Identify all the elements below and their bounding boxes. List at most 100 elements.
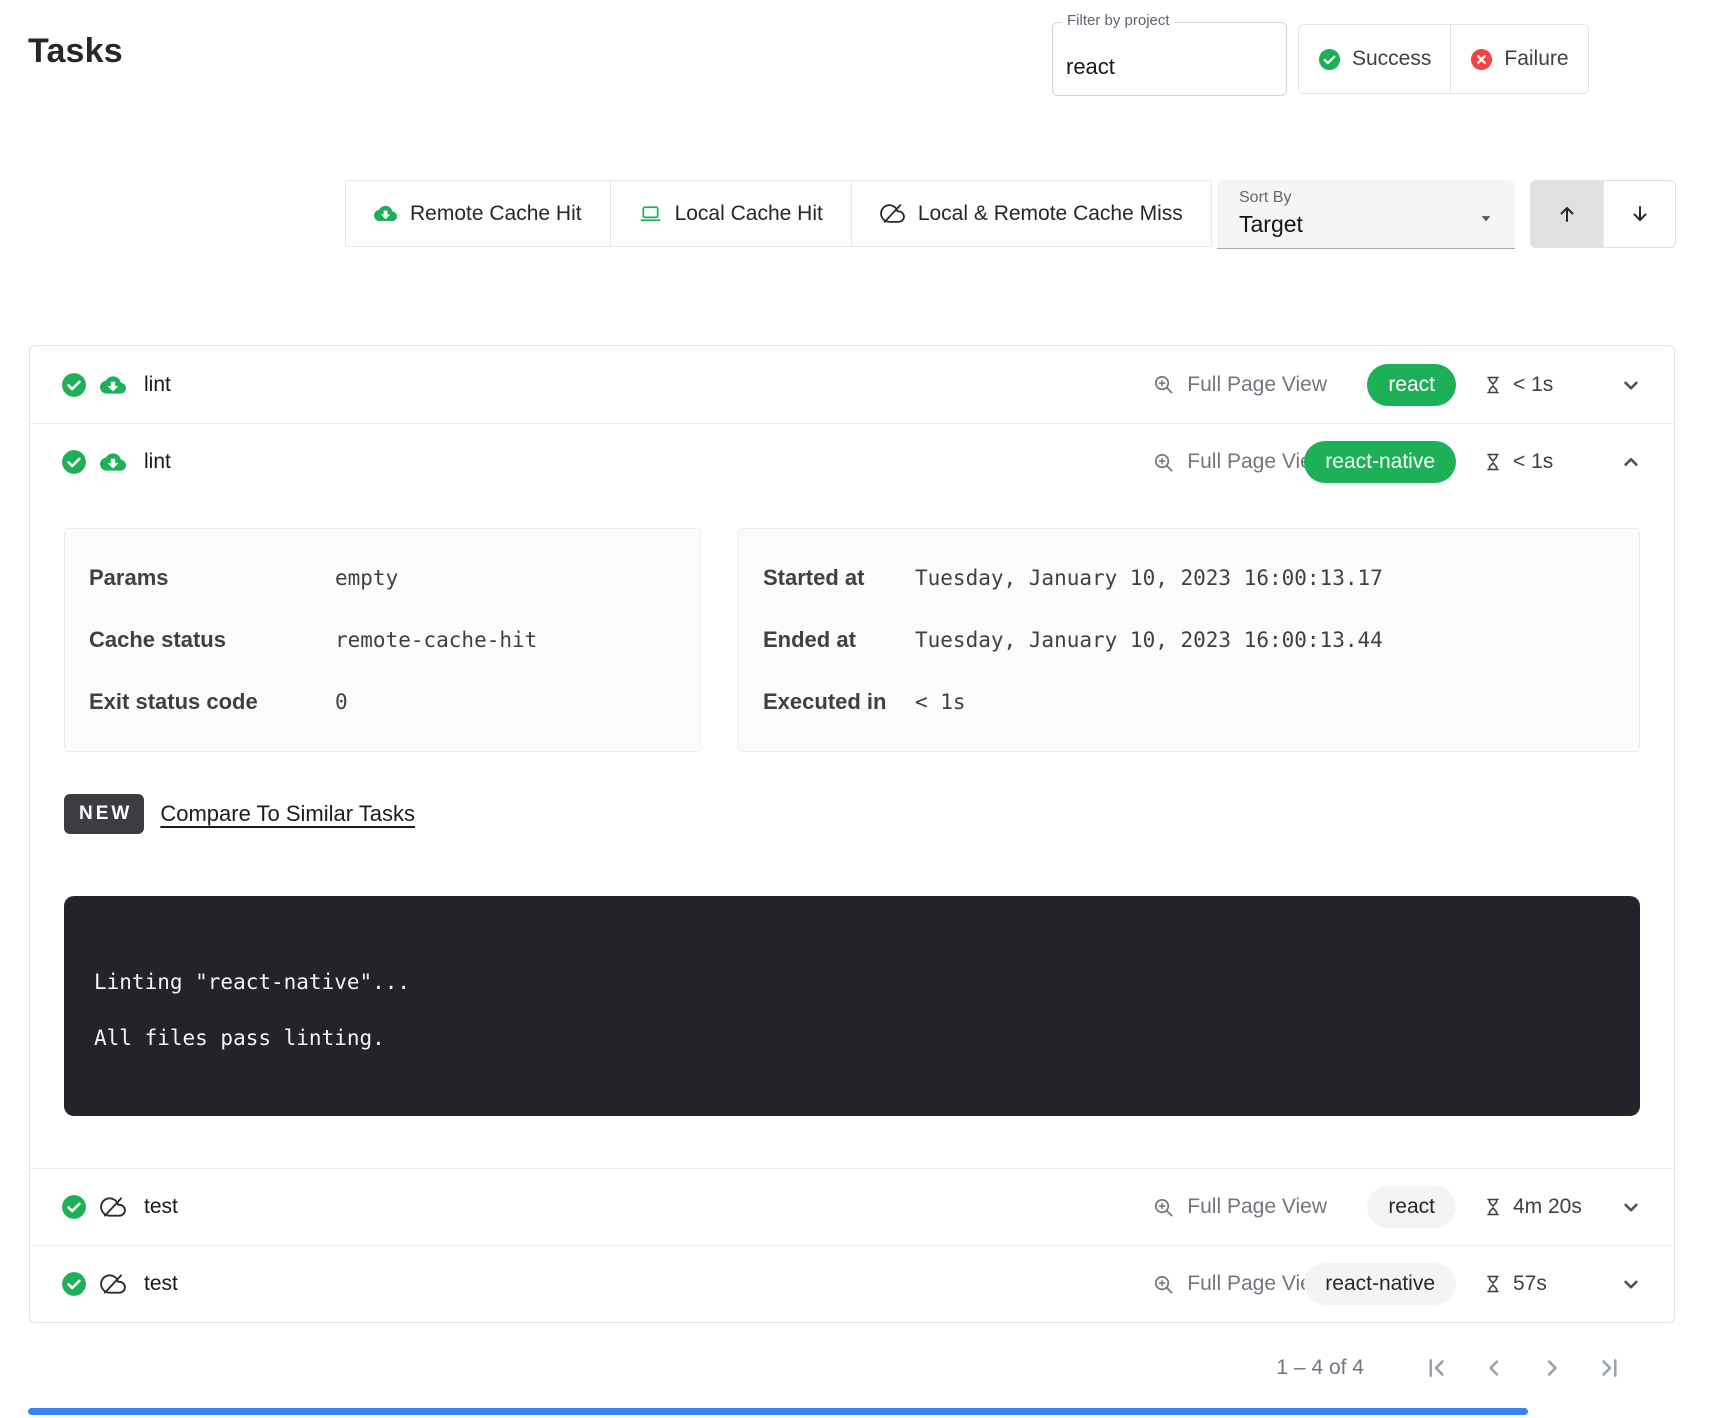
success-filter-button[interactable]: Success	[1299, 25, 1450, 93]
chevron-left-icon	[1480, 1354, 1508, 1382]
local-cache-hit-filter-button[interactable]: Local Cache Hit	[610, 181, 851, 246]
new-badge: NEW	[64, 794, 144, 834]
exit-code-label: Exit status code	[89, 689, 335, 715]
project-filter-input[interactable]	[1053, 23, 1286, 95]
task-detail-section: Params empty Cache status remote-cache-h…	[30, 500, 1674, 1168]
cache-status-value: remote-cache-hit	[335, 628, 676, 652]
collapse-row-button[interactable]	[1614, 445, 1648, 479]
started-at-label: Started at	[763, 565, 915, 591]
task-name: lint	[144, 450, 171, 474]
task-row-lint-react[interactable]: lint Full Page View react < 1s	[30, 346, 1674, 423]
remote-cache-hit-filter-button[interactable]: Remote Cache Hit	[346, 181, 610, 246]
success-check-icon	[61, 449, 87, 475]
executed-in-label: Executed in	[763, 689, 915, 715]
sort-direction-group	[1530, 180, 1676, 248]
task-row-right: Full Page View react-native 57s	[1152, 1263, 1674, 1305]
compare-to-similar-tasks-link[interactable]: Compare To Similar Tasks	[160, 801, 415, 827]
full-page-view-link[interactable]: Full Page View	[1152, 450, 1327, 474]
chevron-right-icon	[1538, 1354, 1566, 1382]
task-timing-panel: Started at Tuesday, January 10, 2023 16:…	[738, 528, 1640, 752]
project-filter-field: Filter by project	[1052, 22, 1287, 96]
params-row: Params empty	[89, 547, 676, 609]
started-at-row: Started at Tuesday, January 10, 2023 16:…	[763, 547, 1615, 609]
hourglass-icon	[1482, 1273, 1504, 1295]
task-name: lint	[144, 373, 171, 397]
arrow-down-icon	[1628, 202, 1652, 226]
cloud-off-icon	[100, 1194, 126, 1220]
cache-miss-filter-button[interactable]: Local & Remote Cache Miss	[851, 181, 1211, 246]
sort-by-label: Sort By	[1239, 189, 1515, 207]
full-page-view-link[interactable]: Full Page View	[1152, 1195, 1327, 1219]
cloud-off-icon	[100, 1271, 126, 1297]
hourglass-icon	[1482, 451, 1504, 473]
cache-filter-group: Remote Cache Hit Local Cache Hit Local &…	[345, 180, 1212, 247]
task-duration: 4m 20s	[1482, 1195, 1592, 1219]
pagination-range-label: 1 – 4 of 4	[1276, 1356, 1364, 1380]
full-page-view-label: Full Page View	[1187, 373, 1327, 397]
sort-descending-button[interactable]	[1603, 181, 1675, 247]
hourglass-icon	[1482, 374, 1504, 396]
terminal-line: All files pass linting.	[94, 1026, 1610, 1050]
toolbar: Remote Cache Hit Local Cache Hit Local &…	[0, 178, 1716, 248]
task-row-left: lint	[30, 372, 171, 398]
started-at-value: Tuesday, January 10, 2023 16:00:13.17	[915, 566, 1615, 590]
params-value: empty	[335, 566, 676, 590]
task-row-left: test	[30, 1271, 178, 1297]
duration-label: 4m 20s	[1513, 1195, 1582, 1219]
executed-in-row: Executed in < 1s	[763, 671, 1615, 733]
video-progress-bar[interactable]	[28, 1408, 1528, 1415]
ended-at-label: Ended at	[763, 627, 915, 653]
ended-at-row: Ended at Tuesday, January 10, 2023 16:00…	[763, 609, 1615, 671]
task-row-lint-react-native[interactable]: lint Full Page View react-native < 1s	[30, 423, 1674, 500]
task-row-right: Full Page View react-native < 1s	[1152, 441, 1674, 483]
sort-by-select[interactable]: Sort By Target	[1217, 180, 1515, 249]
project-badge-zone: react-native	[1341, 1263, 1456, 1305]
full-page-view-link[interactable]: Full Page View	[1152, 373, 1327, 397]
chevron-down-icon	[1618, 372, 1644, 398]
task-duration: < 1s	[1482, 373, 1592, 397]
page-title: Tasks	[28, 32, 123, 71]
project-badge-zone: react	[1341, 1186, 1456, 1228]
task-row-test-react[interactable]: test Full Page View react 4m 20s	[30, 1168, 1674, 1245]
previous-page-button[interactable]	[1480, 1354, 1508, 1382]
last-page-button[interactable]	[1596, 1354, 1624, 1382]
project-badge: react	[1367, 364, 1456, 406]
next-page-button[interactable]	[1538, 1354, 1566, 1382]
success-check-icon	[1318, 48, 1341, 71]
terminal-output: Linting "react-native"... All files pass…	[64, 896, 1640, 1116]
cloud-download-icon	[100, 449, 126, 475]
task-row-left: test	[30, 1194, 178, 1220]
project-badge-zone: react-native	[1341, 441, 1456, 483]
arrow-up-icon	[1555, 202, 1579, 226]
sort-ascending-button[interactable]	[1531, 181, 1603, 247]
expand-row-button[interactable]	[1614, 368, 1648, 402]
full-page-view-link[interactable]: Full Page View	[1152, 1272, 1327, 1296]
caret-down-icon	[1475, 207, 1497, 229]
terminal-line: Linting "react-native"...	[94, 970, 1610, 994]
expand-row-button[interactable]	[1614, 1267, 1648, 1301]
laptop-icon	[639, 202, 662, 225]
cloud-download-icon	[374, 202, 397, 225]
chevron-up-icon	[1618, 449, 1644, 475]
task-duration: < 1s	[1482, 450, 1592, 474]
remote-cache-hit-label: Remote Cache Hit	[410, 202, 582, 226]
task-row-test-react-native[interactable]: test Full Page View react-native 57s	[30, 1245, 1674, 1322]
project-filter-label: Filter by project	[1062, 12, 1175, 29]
first-page-button[interactable]	[1422, 1354, 1450, 1382]
success-check-icon	[61, 372, 87, 398]
failure-filter-button[interactable]: Failure	[1450, 25, 1587, 93]
project-badge: react	[1367, 1186, 1456, 1228]
compare-row: NEW Compare To Similar Tasks	[64, 794, 1640, 834]
first-page-icon	[1422, 1354, 1450, 1382]
pagination-buttons	[1422, 1354, 1624, 1382]
local-cache-hit-label: Local Cache Hit	[675, 202, 823, 226]
expand-row-button[interactable]	[1614, 1190, 1648, 1224]
exit-code-value: 0	[335, 690, 676, 714]
task-duration: 57s	[1482, 1272, 1592, 1296]
task-meta-panel: Params empty Cache status remote-cache-h…	[64, 528, 701, 752]
zoom-in-icon	[1152, 1273, 1175, 1296]
task-name: test	[144, 1195, 178, 1219]
cache-status-label: Cache status	[89, 627, 335, 653]
task-row-left: lint	[30, 449, 171, 475]
failure-filter-label: Failure	[1504, 47, 1568, 71]
